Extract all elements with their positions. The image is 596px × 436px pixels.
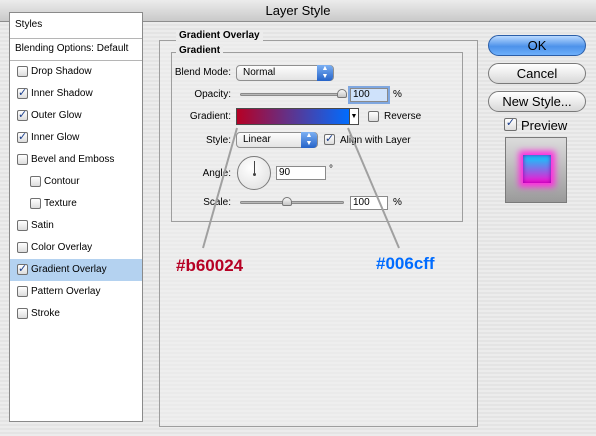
- right-pointer-line: [347, 127, 400, 249]
- new-style-button[interactable]: New Style...: [488, 91, 586, 112]
- preview-checkbox[interactable]: ✓: [504, 118, 517, 131]
- left-pointer-line: [202, 127, 238, 249]
- style-preview: [505, 137, 567, 203]
- ok-button[interactable]: OK: [488, 35, 586, 56]
- right-color-annotation: #006cff: [376, 254, 435, 273]
- left-color-annotation: #b60024: [176, 256, 244, 275]
- cancel-button[interactable]: Cancel: [488, 63, 586, 84]
- preview-swatch: [523, 155, 551, 183]
- preview-label: Preview: [521, 118, 568, 133]
